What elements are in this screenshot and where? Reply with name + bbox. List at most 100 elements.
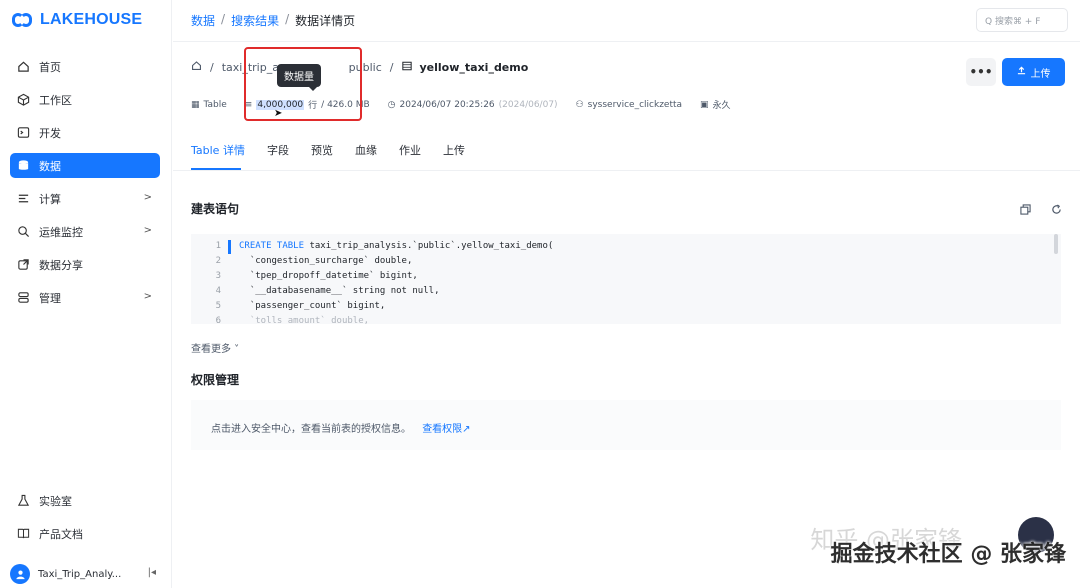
table-name: yellow_taxi_demo (419, 60, 529, 74)
tab-lineage[interactable]: 血缘 (355, 142, 377, 158)
line-number: 4 (215, 286, 221, 296)
copy-icon[interactable] (1020, 204, 1031, 218)
permission-description: 点击进入安全中心，查看当前表的授权信息。 (211, 424, 411, 435)
chevron-right-icon: > (143, 291, 152, 302)
ddl-tools (1020, 204, 1062, 218)
home-icon (16, 60, 30, 74)
cube-icon (16, 93, 30, 107)
table-type-icon: ▦ (191, 99, 200, 110)
code-text: taxi_trip_analysis.`public`.yellow_taxi_… (304, 241, 554, 251)
breadcrumb-search-results[interactable]: 搜索结果 (231, 12, 279, 29)
path-separator: / (389, 60, 394, 74)
line-number: 1 (215, 241, 221, 251)
upload-button[interactable]: 上传 (1002, 58, 1065, 86)
meta-type-label: Table (203, 99, 227, 110)
breadcrumb-separator: / (285, 12, 290, 26)
sidebar-item-label: 数据 (39, 159, 61, 173)
calendar-icon: ▣ (700, 99, 709, 110)
tab-divider (173, 170, 1080, 171)
code-line: `congestion_surcharge` double, (239, 256, 413, 266)
project-switcher[interactable]: Taxi_Trip_Analy... |◂ (10, 563, 160, 585)
project-name: Taxi_Trip_Analy... (38, 568, 122, 580)
code-line: `tpep_dropoff_datetime` bigint, (239, 271, 418, 281)
sidebar-item-data-share[interactable]: 数据分享 (10, 252, 160, 277)
created-date-muted: (2024/06/07) (498, 99, 558, 110)
tab-fields[interactable]: 字段 (267, 142, 289, 158)
chevron-right-icon: > (143, 192, 152, 203)
sidebar-item-workspace[interactable]: 工作区 (10, 87, 160, 112)
sidebar-item-label: 数据分享 (39, 258, 83, 272)
more-actions-button[interactable]: ••• (966, 58, 996, 86)
permission-section-title: 权限管理 (191, 373, 240, 387)
permission-text-row: 点击进入安全中心，查看当前表的授权信息。 查看权限↗ (211, 420, 471, 435)
upload-icon (1017, 66, 1026, 78)
clock-icon: ◷ (387, 99, 396, 110)
sidebar-item-label: 工作区 (39, 93, 72, 107)
code-line: `passenger_count` bigint, (239, 301, 386, 311)
sidebar-item-label: 开发 (39, 126, 61, 140)
top-bar: 数据 / 搜索结果 / 数据详情页 Q 搜索⌘ + F (173, 0, 1080, 42)
code-line: `__databasename__` string not null, (239, 286, 440, 296)
home-icon[interactable] (191, 60, 202, 74)
ddl-code-block[interactable]: 1 CREATE TABLE taxi_trip_analysis.`publi… (191, 234, 1061, 324)
chevron-right-icon: > (143, 225, 152, 236)
line-number: 3 (215, 271, 221, 281)
sidebar-bottom-nav: 实验室 产品文档 (10, 488, 160, 554)
refresh-icon[interactable] (1051, 204, 1062, 218)
sidebar-item-label: 管理 (39, 291, 61, 305)
breadcrumb-data[interactable]: 数据 (191, 12, 215, 29)
list-icon (16, 192, 30, 206)
sidebar-item-monitor[interactable]: 运维监控 > (10, 219, 160, 244)
main-content: 数据 / 搜索结果 / 数据详情页 Q 搜索⌘ + F / taxi_trip_… (173, 0, 1080, 588)
sidebar-item-compute[interactable]: 计算 > (10, 186, 160, 211)
monitor-icon (16, 225, 30, 239)
owner-name: sysservice_clickzetta (587, 99, 683, 110)
app-logo[interactable]: LAKEHOUSE (12, 10, 142, 30)
watermark-text: 掘金技术社区 @ 张家锋 (830, 542, 1066, 567)
view-permission-link[interactable]: 查看权限↗ (422, 424, 470, 435)
upload-label: 上传 (1030, 68, 1051, 80)
detail-tabs: Table 详情 字段 预览 血缘 作业 上传 (191, 142, 465, 158)
code-keyword: CREATE TABLE (239, 241, 305, 251)
created-time: 2024/06/07 20:25:26 (399, 99, 495, 110)
logo-icon (12, 13, 34, 27)
code-line: `tolls_amount` double, (239, 316, 370, 324)
row-count-tooltip: 数据量 (277, 64, 321, 91)
sidebar-item-label: 产品文档 (39, 527, 83, 541)
lifecycle-value: 永久 (712, 101, 731, 111)
sidebar-item-home[interactable]: 首页 (10, 54, 160, 79)
tab-upload[interactable]: 上传 (443, 142, 465, 158)
meta-type: ▦ Table (191, 100, 227, 110)
meta-owner: ⚇ sysservice_clickzetta (576, 100, 682, 110)
breadcrumb-current: 数据详情页 (295, 14, 356, 28)
code-line: CREATE TABLE taxi_trip_analysis.`public`… (239, 241, 553, 251)
code-scrollbar[interactable] (1054, 234, 1058, 254)
flask-icon (16, 494, 30, 508)
book-icon (16, 527, 30, 541)
ddl-section-title: 建表语句 (191, 202, 240, 216)
tab-preview[interactable]: 预览 (311, 142, 333, 158)
sidebar-item-manage[interactable]: 管理 > (10, 285, 160, 310)
project-avatar-icon (10, 564, 30, 584)
sidebar-item-data[interactable]: 数据 (10, 153, 160, 178)
sidebar-item-docs[interactable]: 产品文档 (10, 521, 160, 546)
sidebar-item-label: 实验室 (39, 494, 72, 508)
tab-jobs[interactable]: 作业 (399, 142, 421, 158)
sidebar-item-lab[interactable]: 实验室 (10, 488, 160, 513)
sidebar-item-label: 运维监控 (39, 225, 83, 239)
meta-lifecycle: ▣ 永久 (700, 98, 731, 112)
tab-table-detail[interactable]: Table 详情 (191, 142, 245, 158)
search-input[interactable]: Q 搜索⌘ + F (976, 8, 1068, 32)
meta-created: ◷ 2024/06/07 20:25:26 (2024/06/07) (388, 100, 558, 110)
breadcrumb: 数据 / 搜索结果 / 数据详情页 (191, 12, 355, 29)
sidebar: LAKEHOUSE 首页 工作区 开发 数据 计算 > 运维监控 > 数据分享 … (0, 0, 172, 588)
terminal-icon (16, 126, 30, 140)
line-number: 2 (215, 256, 221, 266)
share-icon (16, 258, 30, 272)
line-number: 5 (215, 301, 221, 311)
collapse-sidebar-icon[interactable]: |◂ (148, 567, 156, 578)
see-more-link[interactable]: 查看更多 ˅ (191, 340, 239, 355)
sidebar-item-develop[interactable]: 开发 (10, 120, 160, 145)
cursor-line-marker (228, 240, 231, 254)
manage-icon (16, 291, 30, 305)
